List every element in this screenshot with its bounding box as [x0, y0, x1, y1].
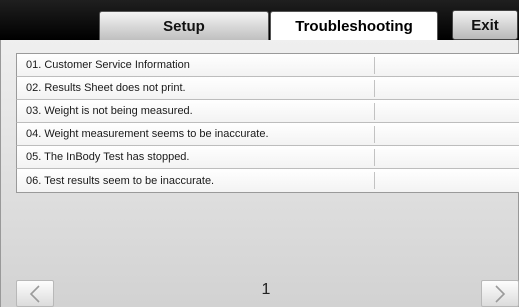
- row-divider: [374, 149, 375, 166]
- page-number: 1: [261, 281, 271, 298]
- list-item-label: 02. Results Sheet does not print.: [26, 82, 186, 94]
- previous-page-button[interactable]: [16, 280, 54, 307]
- row-divider: [374, 80, 375, 97]
- chevron-left-icon: [29, 284, 40, 303]
- list-item-results-inaccurate[interactable]: 06. Test results seem to be inaccurate.: [16, 169, 519, 192]
- chevron-right-icon: [495, 284, 506, 303]
- row-divider: [374, 103, 375, 120]
- list-item-weight-not-measured[interactable]: 03. Weight is not being measured.: [16, 100, 519, 123]
- next-page-button[interactable]: [481, 280, 519, 307]
- tab-troubleshooting[interactable]: Troubleshooting: [270, 11, 438, 41]
- row-divider: [374, 126, 375, 143]
- list-item-weight-inaccurate[interactable]: 04. Weight measurement seems to be inacc…: [16, 123, 519, 146]
- tab-setup[interactable]: Setup: [99, 11, 269, 41]
- troubleshooting-panel: 01. Customer Service Information 02. Res…: [0, 40, 519, 307]
- list-item-label: 03. Weight is not being measured.: [26, 105, 193, 117]
- list-item-label: 05. The InBody Test has stopped.: [26, 151, 190, 163]
- exit-button[interactable]: Exit: [452, 10, 518, 40]
- list-item-label: 06. Test results seem to be inaccurate.: [26, 174, 215, 187]
- list-item-label: 01. Customer Service Information: [26, 59, 190, 71]
- list-item-label: 04. Weight measurement seems to be inacc…: [26, 128, 269, 140]
- list-item-customer-service[interactable]: 01. Customer Service Information: [16, 54, 519, 77]
- list-item-results-sheet[interactable]: 02. Results Sheet does not print.: [16, 77, 519, 100]
- row-divider: [374, 57, 375, 74]
- list-item-test-stopped[interactable]: 05. The InBody Test has stopped.: [16, 146, 519, 169]
- troubleshooting-list: 01. Customer Service Information 02. Res…: [16, 53, 519, 193]
- row-divider: [374, 172, 375, 189]
- top-bar: Setup Troubleshooting Exit: [0, 0, 519, 41]
